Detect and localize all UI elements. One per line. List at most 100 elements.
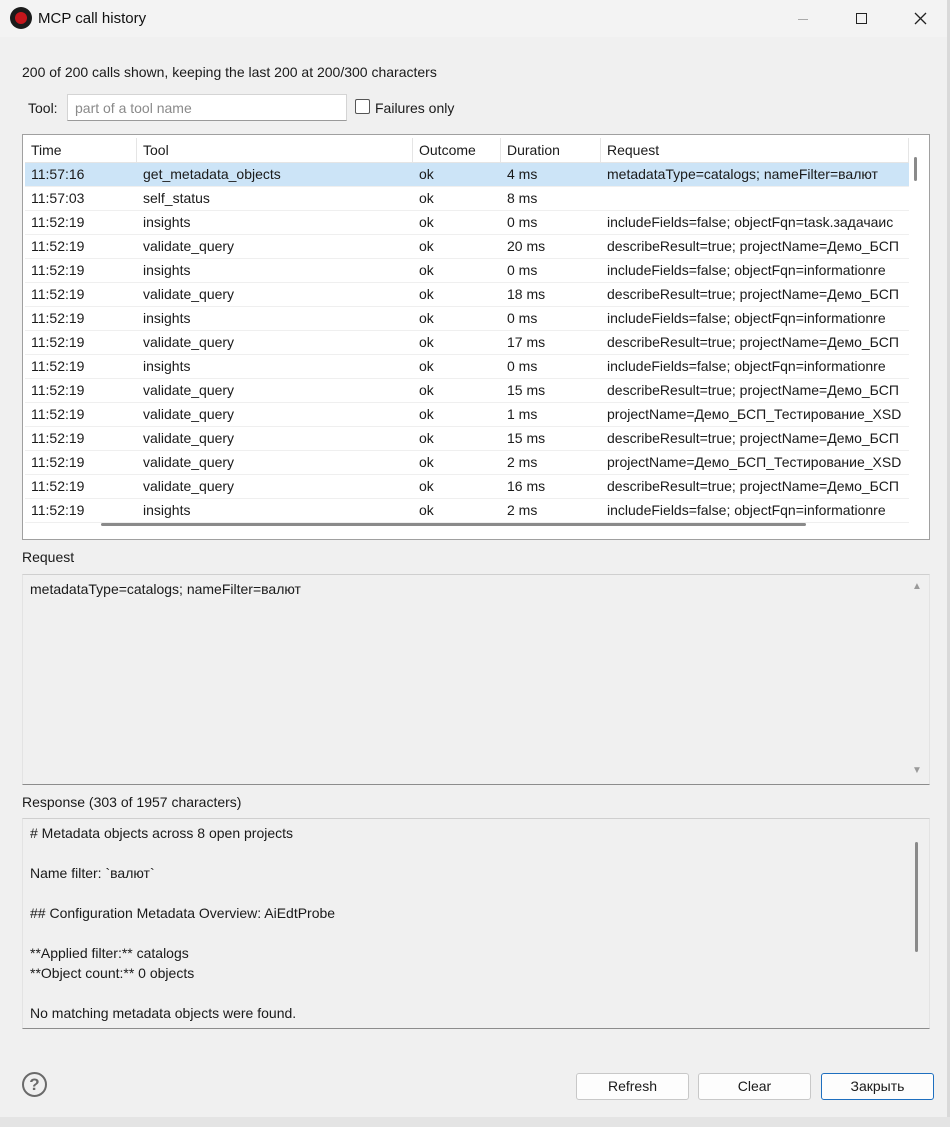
clear-button[interactable]: Clear [698, 1073, 811, 1100]
refresh-button[interactable]: Refresh [576, 1073, 689, 1100]
table-row[interactable]: 11:52:19 insights ok 0 ms includeFields=fals… [25, 355, 909, 379]
cell-tool: validate_query [143, 238, 235, 254]
table-row[interactable]: 11:52:19 insights ok 0 ms includeFields=fals… [25, 259, 909, 283]
cell-outcome: ok [419, 310, 434, 326]
column-header-duration[interactable]: Duration [501, 138, 601, 163]
failures-only-checkbox[interactable] [355, 99, 370, 114]
cell-time: 11:52:19 [31, 262, 85, 278]
cell-time: 11:52:19 [31, 238, 85, 254]
column-header-outcome[interactable]: Outcome [413, 138, 501, 163]
cell-request: projectName=Демо_БСП_Тестирование_XSD [607, 406, 902, 422]
cell-tool: insights [143, 262, 191, 278]
table-row[interactable]: 11:52:19 insights ok 0 ms includeFields=fals… [25, 211, 909, 235]
title-bar[interactable]: MCP call history [0, 0, 947, 37]
cell-time: 11:57:03 [31, 190, 85, 206]
cell-request: describeResult=true; projectName=Демо_БС… [607, 430, 899, 446]
cell-tool: self_status [143, 190, 210, 206]
table-body: 11:57:16 get_metadata_objects ok 4 ms metada… [25, 163, 909, 523]
cell-duration: 2 ms [507, 502, 538, 518]
cell-tool: validate_query [143, 454, 235, 470]
cell-duration: 4 ms [507, 166, 538, 182]
scroll-up-arrow-icon[interactable]: ▲ [912, 581, 922, 592]
cell-tool: validate_query [143, 478, 235, 494]
request-text: metadataType=catalogs; nameFilter=валют [30, 581, 301, 597]
cell-tool: validate_query [143, 334, 235, 350]
cell-time: 11:52:19 [31, 214, 85, 230]
maximize-icon [855, 13, 867, 24]
cell-duration: 15 ms [507, 430, 546, 446]
cell-duration: 0 ms [507, 310, 538, 326]
table-horizontal-scrollbar[interactable] [101, 523, 806, 526]
cell-time: 11:52:19 [31, 406, 85, 422]
table-row[interactable]: 11:52:19 validate_query ok 18 ms describeRes… [25, 283, 909, 307]
cell-time: 11:52:19 [31, 478, 85, 494]
cell-duration: 0 ms [507, 214, 538, 230]
table-row[interactable]: 11:57:03 self_status ok 8 ms [25, 187, 909, 211]
cell-request: describeResult=true; projectName=Демо_БС… [607, 478, 899, 494]
cell-time: 11:52:19 [31, 502, 85, 518]
cell-outcome: ok [419, 358, 434, 374]
cell-duration: 0 ms [507, 358, 538, 374]
cell-outcome: ok [419, 382, 434, 398]
scroll-down-arrow-icon[interactable]: ▼ [912, 765, 922, 776]
request-text-area[interactable]: metadataType=catalogs; nameFilter=валют … [22, 574, 930, 785]
response-text-area[interactable]: # Metadata objects across 8 open project… [22, 818, 930, 1029]
cell-outcome: ok [419, 238, 434, 254]
help-icon[interactable]: ? [22, 1072, 47, 1097]
cell-request: includeFields=false; objectFqn=informati… [607, 262, 886, 278]
cell-request: describeResult=true; projectName=Демо_БС… [607, 334, 899, 350]
window-bottom-border [0, 1117, 950, 1127]
cell-duration: 15 ms [507, 382, 546, 398]
close-window-button[interactable] [890, 0, 950, 37]
cell-time: 11:52:19 [31, 382, 85, 398]
cell-outcome: ok [419, 262, 434, 278]
table-row[interactable]: 11:52:19 validate_query ok 15 ms describeRes… [25, 379, 909, 403]
calls-summary: 200 of 200 calls shown, keeping the last… [22, 64, 437, 80]
cell-tool: validate_query [143, 430, 235, 446]
cell-time: 11:52:19 [31, 310, 85, 326]
close-dialog-button[interactable]: Закрыть [821, 1073, 934, 1100]
cell-outcome: ok [419, 454, 434, 470]
cell-request: describeResult=true; projectName=Демо_БС… [607, 238, 899, 254]
table-row[interactable]: 11:52:19 insights ok 2 ms includeFields=fals… [25, 499, 909, 523]
column-header-request[interactable]: Request [601, 138, 909, 163]
minimize-button[interactable] [773, 0, 833, 37]
mcp-call-history-window: MCP call history 200 of 200 calls shown,… [0, 0, 950, 1127]
cell-outcome: ok [419, 334, 434, 350]
cell-request: includeFields=false; objectFqn=task.зада… [607, 214, 894, 230]
cell-time: 11:52:19 [31, 334, 85, 350]
table-row[interactable]: 11:52:19 validate_query ok 17 ms describeRes… [25, 331, 909, 355]
cell-time: 11:52:19 [31, 358, 85, 374]
cell-request: includeFields=false; objectFqn=informati… [607, 358, 886, 374]
table-row[interactable]: 11:52:19 validate_query ok 2 ms projectName=… [25, 451, 909, 475]
table-row[interactable]: 11:52:19 validate_query ok 1 ms projectName=… [25, 403, 909, 427]
call-history-table[interactable]: Time Tool Outcome Duration Request 11:57… [22, 134, 930, 540]
table-row[interactable]: 11:57:16 get_metadata_objects ok 4 ms metada… [25, 163, 909, 187]
cell-request: metadataType=catalogs; nameFilter=валют [607, 166, 878, 182]
table-vertical-scrollbar[interactable] [914, 157, 917, 181]
table-header: Time Tool Outcome Duration Request [25, 138, 909, 163]
cell-request: includeFields=false; objectFqn=informati… [607, 502, 886, 518]
table-row[interactable]: 11:52:19 validate_query ok 15 ms describeRes… [25, 427, 909, 451]
cell-request: describeResult=true; projectName=Демо_БС… [607, 286, 899, 302]
cell-request: projectName=Демо_БСП_Тестирование_XSD [607, 454, 902, 470]
cell-request: includeFields=false; objectFqn=informati… [607, 310, 886, 326]
maximize-button[interactable] [831, 0, 891, 37]
table-row[interactable]: 11:52:19 insights ok 0 ms includeFields=fals… [25, 307, 909, 331]
cell-outcome: ok [419, 502, 434, 518]
tool-filter-label: Tool: [28, 100, 58, 116]
table-row[interactable]: 11:52:19 validate_query ok 20 ms describeRes… [25, 235, 909, 259]
response-vertical-scrollbar[interactable] [915, 842, 918, 952]
table-row[interactable]: 11:52:19 validate_query ok 16 ms describeRes… [25, 475, 909, 499]
cell-outcome: ok [419, 214, 434, 230]
cell-tool: validate_query [143, 286, 235, 302]
tool-filter-input[interactable] [67, 94, 347, 121]
cell-duration: 0 ms [507, 262, 538, 278]
column-header-tool[interactable]: Tool [137, 138, 413, 163]
column-header-time[interactable]: Time [25, 138, 137, 163]
cell-duration: 2 ms [507, 454, 538, 470]
cell-tool: insights [143, 310, 191, 326]
failures-only-label[interactable]: Failures only [375, 100, 454, 116]
cell-duration: 17 ms [507, 334, 546, 350]
cell-outcome: ok [419, 190, 434, 206]
